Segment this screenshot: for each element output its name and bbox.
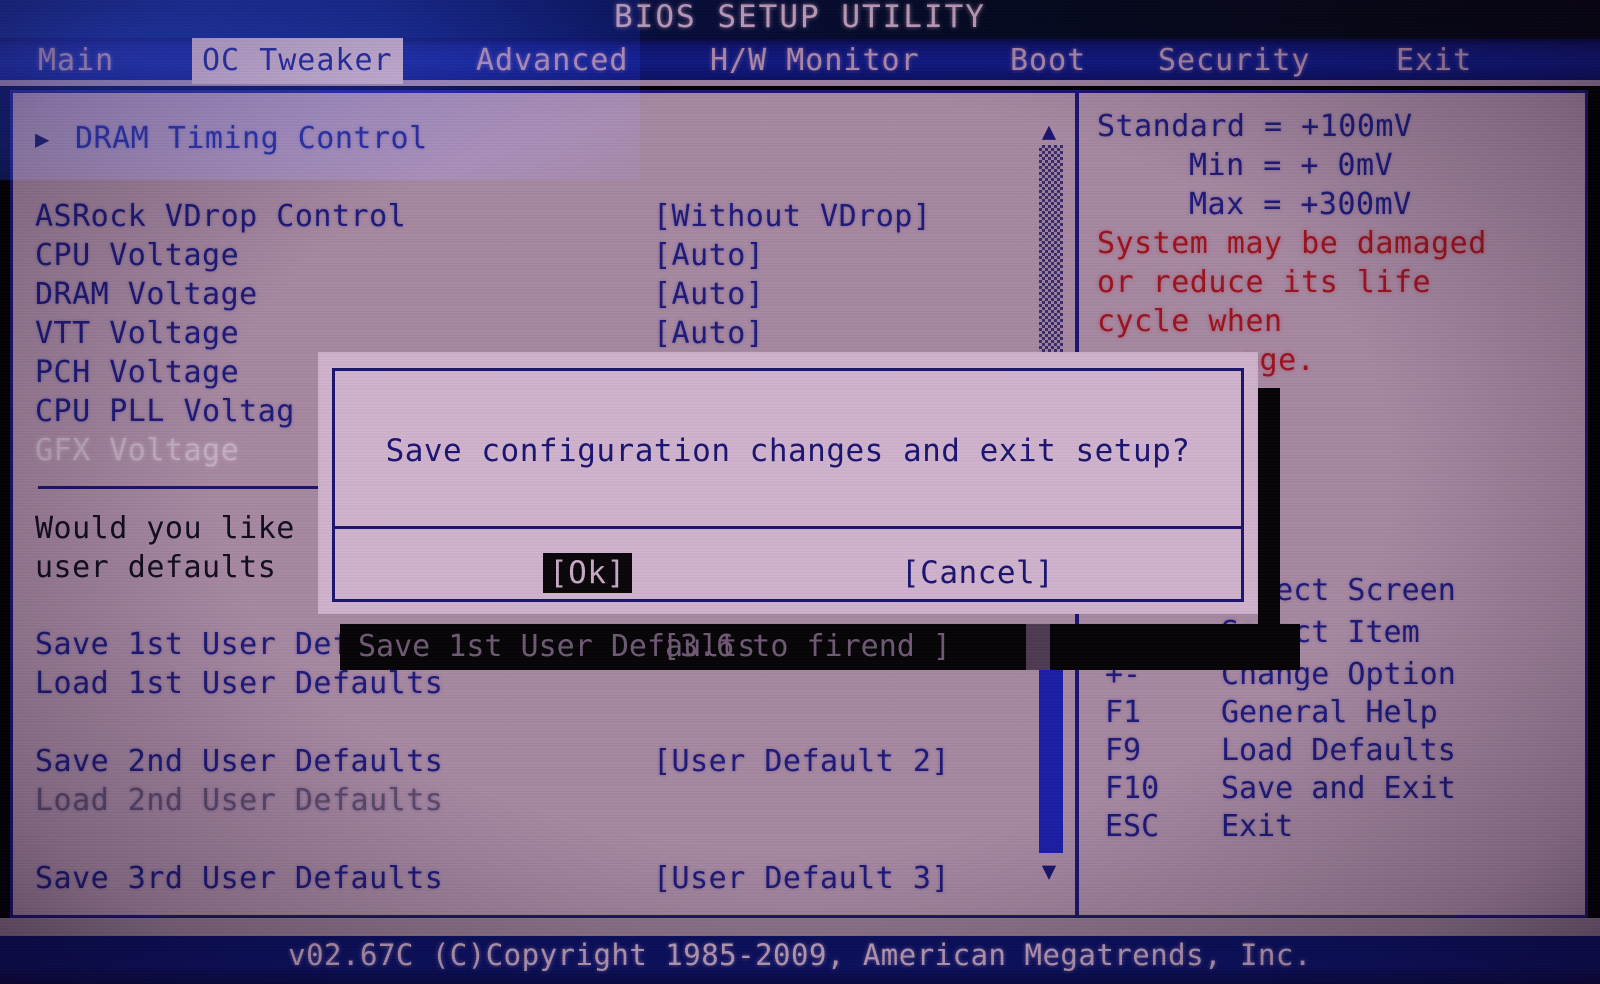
settings-row-label: Load 2nd User Defaults	[35, 783, 444, 818]
legend-description: Save and Exit	[1221, 771, 1456, 806]
dialog-shadow	[1258, 388, 1280, 633]
footer-bar: v02.67C (C)Copyright 1985-2009, American…	[0, 936, 1600, 984]
cancel-button[interactable]: [Cancel]	[895, 553, 1060, 593]
tab-list: Main OC Tweaker Advanced H/W Monitor Boot Sec…	[0, 38, 1600, 84]
dialog-inner-frame: Save configuration changes and exit setu…	[332, 368, 1244, 602]
page-title: BIOS SETUP UTILITY	[614, 0, 986, 35]
tab-h-w-monitor[interactable]: H/W Monitor	[700, 38, 930, 84]
settings-row-value[interactable]: [Auto]	[653, 275, 764, 315]
help-info-line: Standard = +100mV	[1097, 109, 1413, 144]
selected-row-highlight[interactable]: Save 1st User Defaults [3.6 to firend ]	[340, 624, 1300, 670]
settings-row[interactable]: Save 2nd User Defaults [User Default 2]	[13, 742, 1023, 782]
settings-row[interactable]: Save 3rd User Defaults [User Default 3]	[13, 859, 1023, 899]
settings-row-label: Save 2nd User Defaults	[35, 744, 444, 779]
settings-row[interactable]: DRAM Voltage [Auto]	[13, 275, 1023, 315]
settings-row-label: DRAM Voltage	[35, 277, 258, 312]
settings-row-label: user defaults	[35, 550, 277, 585]
ok-button[interactable]: [Ok]	[543, 553, 632, 593]
legend-key: F1	[1105, 695, 1142, 730]
bios-setup-screen: BIOS SETUP UTILITY Main OC Tweaker Advance…	[0, 0, 1600, 984]
settings-row-label: VTT Voltage	[35, 316, 240, 351]
settings-row-value[interactable]: [Auto]	[653, 314, 764, 354]
tab-exit[interactable]: Exit	[1386, 38, 1482, 84]
footer-spacer	[0, 918, 1600, 936]
settings-row-value[interactable]: [Without VDrop]	[653, 197, 931, 237]
scroll-down-arrow-icon[interactable]: ▼	[1035, 859, 1063, 883]
legend-key: F10	[1105, 771, 1160, 806]
settings-row-label: Save 3rd User Defaults	[35, 861, 444, 896]
help-warning-line: or reduce its life	[1097, 265, 1432, 300]
scroll-up-arrow-icon[interactable]: ▲	[1035, 119, 1063, 143]
tab-main[interactable]: Main	[28, 38, 124, 84]
settings-row[interactable]: ASRock VDrop Control [Without VDrop]	[13, 197, 1023, 237]
settings-row-value[interactable]: [User Default 2]	[653, 742, 950, 782]
save-confirm-dialog: Save configuration changes and exit setu…	[318, 352, 1258, 614]
dialog-separator	[335, 526, 1241, 529]
scrollbar-thumb[interactable]	[1039, 653, 1063, 853]
title-bar: BIOS SETUP UTILITY	[0, 0, 1600, 40]
settings-row[interactable]: Load 1st User Defaults	[13, 664, 1023, 704]
legend-description: Exit	[1221, 809, 1294, 844]
settings-row[interactable]: CPU Voltage [Auto]	[13, 236, 1023, 276]
settings-row-label: Load 1st User Defaults	[35, 666, 444, 701]
selected-row-value: [3.6 to firend ]	[662, 629, 951, 664]
help-warning-line: cycle when	[1097, 304, 1283, 339]
settings-row-label: CPU PLL Voltag	[35, 394, 295, 429]
help-info-line: Min = + 0mV	[1189, 148, 1394, 183]
settings-row[interactable]: VTT Voltage [Auto]	[13, 314, 1023, 354]
scrollbar-highlight-segment	[1026, 624, 1050, 670]
settings-row-label: DRAM Timing Control	[75, 121, 428, 156]
settings-row-value[interactable]: [User Default 3]	[653, 859, 950, 899]
settings-row-label: Would you like	[35, 511, 295, 546]
tab-security[interactable]: Security	[1148, 38, 1321, 84]
settings-row[interactable]: Load 2nd User Defaults	[13, 781, 1023, 821]
submenu-arrow-icon: ▶	[35, 125, 50, 153]
settings-row-label: GFX Voltage	[35, 433, 240, 468]
help-info-line: Max = +300mV	[1189, 187, 1412, 222]
settings-row-label: PCH Voltage	[35, 355, 240, 390]
legend-description: General Help	[1221, 695, 1438, 730]
legend-description: Load Defaults	[1221, 733, 1456, 768]
tab-oc-tweaker[interactable]: OC Tweaker	[192, 38, 403, 84]
settings-row-label: CPU Voltage	[35, 238, 240, 273]
dialog-message: Save configuration changes and exit setu…	[385, 433, 1191, 469]
copyright-text: v02.67C (C)Copyright 1985-2009, American…	[288, 938, 1312, 972]
tab-advanced[interactable]: Advanced	[466, 38, 639, 84]
settings-row-value[interactable]: [Auto]	[653, 236, 764, 276]
legend-key: F9	[1105, 733, 1142, 768]
help-warning-line: System may be damaged	[1097, 226, 1487, 261]
settings-row[interactable]: ▶ DRAM Timing Control	[13, 119, 1023, 159]
settings-row-label: ASRock VDrop Control	[35, 199, 407, 234]
legend-key: ESC	[1105, 809, 1160, 844]
tab-boot[interactable]: Boot	[1000, 38, 1096, 84]
